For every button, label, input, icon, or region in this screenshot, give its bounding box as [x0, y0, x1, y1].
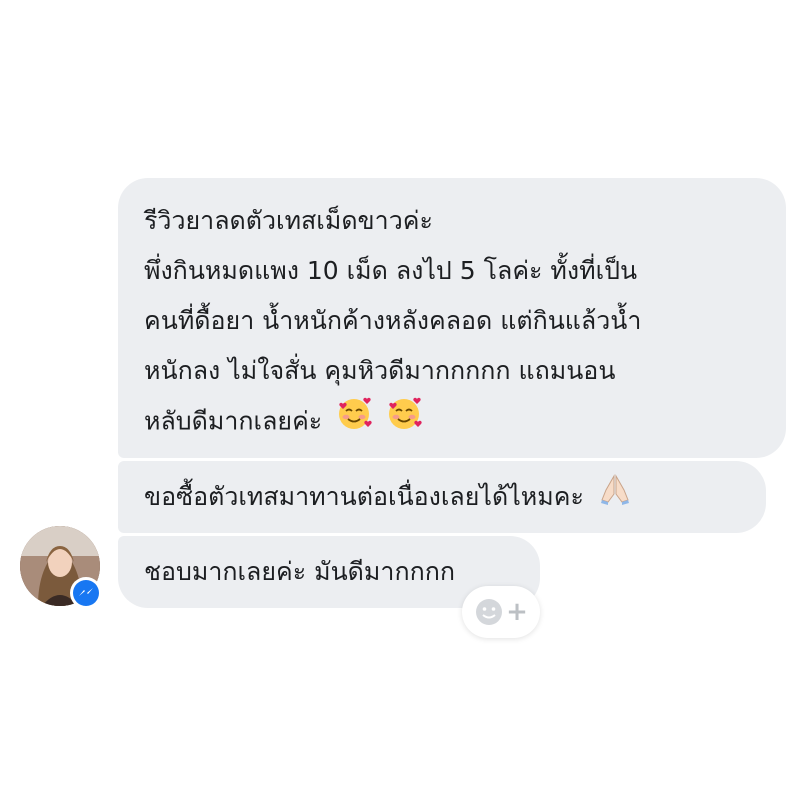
smiley-icon: [476, 599, 503, 625]
message-bubble[interactable]: ขอซื้อตัวเทสมาทานต่อเนื่องเลยได้ไหมคะ: [118, 461, 766, 533]
message-text: ขอซื้อตัวเทสมาทานต่อเนื่องเลยได้ไหมคะ: [144, 482, 584, 511]
message-line: พึ่งกินหมดแพง 10 เม็ด ลงไป 5 โลค่ะ ทั้งท…: [144, 256, 638, 285]
add-reaction-button[interactable]: +: [462, 586, 540, 638]
message-line: หลับดีมากเลยค่ะ: [144, 396, 760, 446]
messenger-badge: [70, 577, 102, 609]
folded-hands-icon: [598, 462, 632, 534]
message-line-text: หลับดีมากเลยค่ะ: [144, 406, 323, 436]
smiling-face-with-hearts-icon: [386, 396, 422, 449]
message-text: ชอบมากเลยค่ะ มันดีมากกกก: [144, 557, 455, 586]
messenger-icon: [73, 580, 99, 606]
message-bubble[interactable]: รีวิวยาลดตัวเทสเม็ดขาวค่ะ พึ่งกินหมดแพง …: [118, 178, 786, 458]
chat-thread: รีวิวยาลดตัวเทสเม็ดขาวค่ะ พึ่งกินหมดแพง …: [0, 0, 800, 800]
message-line: หนักลง ไม่ใจสั่น คุมหิวดีมากกกกก แถมนอน: [144, 356, 616, 385]
message-line: คนที่ดื้อยา น้ำหนักค้างหลังคลอด แต่กินแล…: [144, 306, 642, 335]
smiling-face-with-hearts-icon: [336, 396, 372, 449]
message-line: รีวิวยาลดตัวเทสเม็ดขาวค่ะ: [144, 206, 433, 235]
plus-icon: +: [506, 597, 528, 627]
